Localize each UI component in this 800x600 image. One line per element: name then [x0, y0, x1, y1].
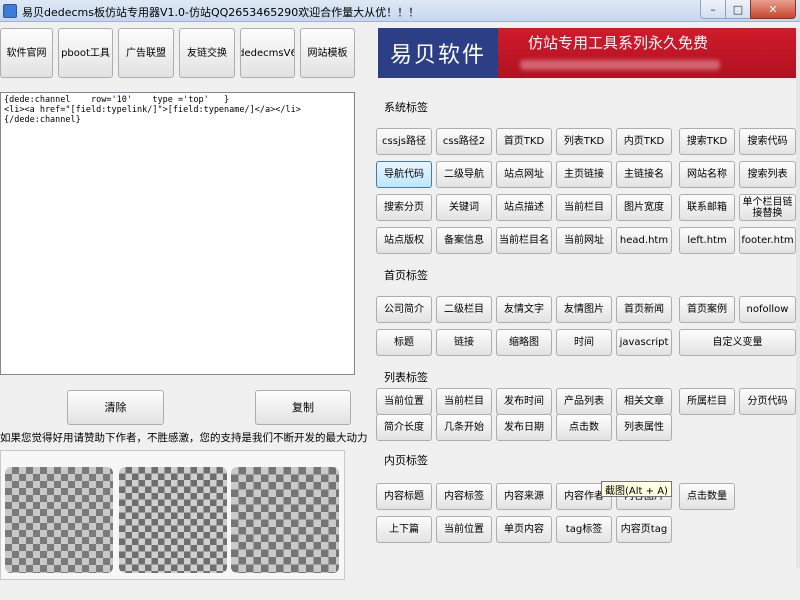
screenshot-tooltip: 截图(Alt + A): [601, 481, 672, 497]
tag-button[interactable]: 当前位置: [436, 516, 492, 543]
site-templates-button[interactable]: 网站模板: [300, 28, 355, 78]
tag-button[interactable]: 图片宽度: [616, 194, 672, 221]
donation-qr-panel: [0, 450, 345, 580]
tag-button[interactable]: 首页新闻: [616, 296, 672, 323]
website-button[interactable]: 软件官网: [0, 28, 53, 78]
tag-button[interactable]: 发布日期: [496, 414, 552, 441]
ad-banner[interactable]: 易贝软件 仿站专用工具系列永久免费: [378, 28, 800, 78]
tag-button[interactable]: 当前位置: [376, 388, 432, 415]
qr-code-image: [119, 467, 227, 573]
window-title: 易贝dedecms板仿站专用器V1.0-仿站QQ2653465290欢迎合作量大…: [22, 6, 420, 19]
tag-button[interactable]: tag标签: [556, 516, 612, 543]
tag-button[interactable]: 几条开始: [436, 414, 492, 441]
tag-button[interactable]: 二级导航: [436, 161, 492, 188]
tag-button[interactable]: 当前栏目: [436, 388, 492, 415]
link-exchange-button[interactable]: 友链交换: [179, 28, 235, 78]
tag-button[interactable]: 搜索列表: [739, 161, 796, 188]
tag-button[interactable]: 所属栏目: [679, 388, 735, 415]
tag-button[interactable]: 列表TKD: [556, 128, 612, 155]
tag-button[interactable]: 内容来源: [496, 483, 552, 510]
section-title-list: 列表标签: [384, 371, 428, 384]
tag-button[interactable]: cssjs路径: [376, 128, 432, 155]
banner-brand: 易贝软件: [378, 28, 498, 78]
tag-button[interactable]: nofollow: [739, 296, 796, 323]
tag-button[interactable]: 发布时间: [496, 388, 552, 415]
banner-blurred-text: [520, 60, 720, 70]
tag-button[interactable]: 单个栏目链接替换: [739, 194, 796, 221]
section-title-content: 内页标签: [384, 454, 428, 467]
title-bar[interactable]: 易贝dedecms板仿站专用器V1.0-仿站QQ2653465290欢迎合作量大…: [0, 0, 800, 22]
banner-tagline: 仿站专用工具系列永久免费: [528, 34, 709, 52]
tag-button[interactable]: 分页代码: [739, 388, 796, 415]
tag-button[interactable]: 站点版权: [376, 227, 432, 254]
tag-button[interactable]: 当前栏目: [556, 194, 612, 221]
tag-button[interactable]: 首页案例: [679, 296, 735, 323]
tag-button[interactable]: 网站名称: [679, 161, 735, 188]
maximize-button[interactable]: □: [725, 0, 751, 19]
tag-button[interactable]: 主链接名: [616, 161, 672, 188]
tag-button[interactable]: 联系邮箱: [679, 194, 735, 221]
section-title-home: 首页标签: [384, 269, 428, 282]
tag-button[interactable]: left.htm: [679, 227, 735, 254]
tag-button[interactable]: 单页内容: [496, 516, 552, 543]
tag-button[interactable]: 内容页tag: [616, 516, 672, 543]
tag-button[interactable]: css路径2: [436, 128, 492, 155]
app-icon: [3, 4, 17, 18]
qr-code-image: [231, 467, 339, 573]
window-edge: [796, 28, 800, 568]
tag-button[interactable]: 二级栏目: [436, 296, 492, 323]
tag-button[interactable]: 点击数量: [679, 483, 735, 510]
tag-button[interactable]: 关键词: [436, 194, 492, 221]
tag-button[interactable]: 备案信息: [436, 227, 492, 254]
tag-button[interactable]: 友情图片: [556, 296, 612, 323]
pboot-tool-button[interactable]: pboot工具: [58, 28, 113, 78]
tag-button[interactable]: 站点网址: [496, 161, 552, 188]
app-window: 易贝dedecms板仿站专用器V1.0-仿站QQ2653465290欢迎合作量大…: [0, 0, 800, 600]
tag-button[interactable]: 时间: [556, 329, 612, 356]
tag-button[interactable]: 上下篇: [376, 516, 432, 543]
tag-button[interactable]: head.htm: [616, 227, 672, 254]
tag-button[interactable]: 点击数: [556, 414, 612, 441]
tag-button[interactable]: 产品列表: [556, 388, 612, 415]
tag-button[interactable]: 内容标签: [436, 483, 492, 510]
tag-button[interactable]: 搜索TKD: [679, 128, 735, 155]
ad-alliance-button[interactable]: 广告联盟: [118, 28, 174, 78]
qr-code-image: [5, 467, 113, 573]
tag-button[interactable]: 友情文字: [496, 296, 552, 323]
close-button[interactable]: ✕: [750, 0, 796, 19]
code-editor[interactable]: {dede:channel row='10' type ='top' } <li…: [0, 92, 355, 375]
tag-button[interactable]: 内页TKD: [616, 128, 672, 155]
tag-button[interactable]: 搜索代码: [739, 128, 796, 155]
minimize-button[interactable]: –: [700, 0, 726, 19]
tag-button[interactable]: 搜索分页: [376, 194, 432, 221]
tag-button[interactable]: 自定义变量: [679, 329, 796, 356]
dedecms-v6-button[interactable]: dedecmsV6: [240, 28, 295, 78]
tag-button[interactable]: 链接: [436, 329, 492, 356]
copy-button[interactable]: 复制: [255, 390, 351, 425]
banner-promo: 仿站专用工具系列永久免费: [498, 28, 800, 78]
tag-button[interactable]: 列表属性: [616, 414, 672, 441]
tag-button[interactable]: footer.htm: [739, 227, 796, 254]
tag-button[interactable]: 公司简介: [376, 296, 432, 323]
tag-button[interactable]: 首页TKD: [496, 128, 552, 155]
tag-button[interactable]: 缩略图: [496, 329, 552, 356]
tag-button[interactable]: 简介长度: [376, 414, 432, 441]
tag-button[interactable]: javascript: [616, 329, 672, 356]
tag-button[interactable]: 内容标题: [376, 483, 432, 510]
tag-button-selected[interactable]: 导航代码: [376, 161, 432, 188]
sponsor-notice: 如果您觉得好用请赞助下作者，不胜感激，您的支持是我们不断开发的最大动力: [0, 432, 368, 444]
tag-button[interactable]: 当前网址: [556, 227, 612, 254]
tag-button[interactable]: 站点描述: [496, 194, 552, 221]
section-title-system: 系统标签: [384, 101, 428, 114]
tag-button[interactable]: 标题: [376, 329, 432, 356]
tag-button[interactable]: 当前栏目名: [496, 227, 552, 254]
clear-button[interactable]: 清除: [67, 390, 164, 425]
tag-button[interactable]: 相关文章: [616, 388, 672, 415]
tag-button[interactable]: 主页链接: [556, 161, 612, 188]
